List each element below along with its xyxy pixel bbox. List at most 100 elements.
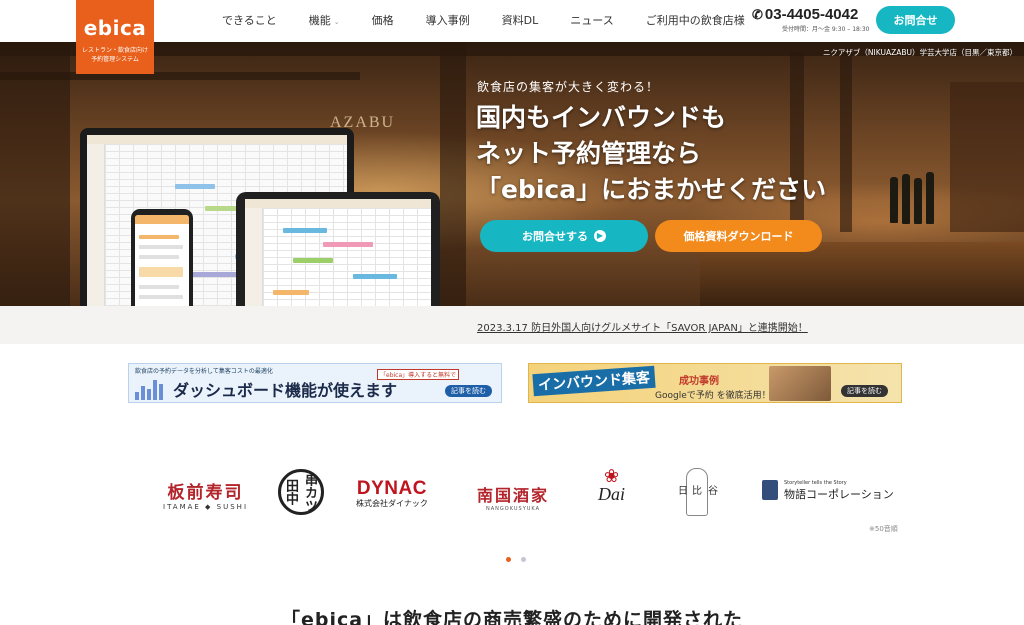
inbound-banner[interactable]: インバウンド集客 成功事例 Googleで予約 を徹底活用！ 記事を読む (528, 363, 902, 403)
bar-chart-icon (135, 376, 165, 400)
app-sidebar (245, 208, 263, 306)
nangoku-logo-sub: NANGOKUSYUKA (486, 506, 541, 512)
inbound-banner-photo (769, 366, 831, 401)
hero-contact-label: お問合せする (522, 230, 588, 243)
kushikatsu-tanaka-logo: 串カツ田中 (278, 469, 324, 515)
wall-pillar (440, 42, 466, 306)
price-download-button[interactable]: 価格資料ダウンロード (655, 220, 822, 252)
duct-pipe (840, 52, 852, 232)
phone-number-row: ✆ 03-4405-4042 (752, 6, 870, 23)
news-strip: 2023.3.17 防日外国人向けグルメサイト「SAVOR JAPAN」と連携開… (0, 306, 1024, 344)
hero-tagline: 飲食店の集客が大きく変わる！ (477, 80, 660, 94)
dashboard-banner[interactable]: 飲食店の予約データを分析して集客コストの最適化 ダッシュボード機能が使えます 「… (128, 363, 502, 403)
clients-order-note: ※50音順 (869, 525, 898, 533)
app-toolbar (135, 215, 189, 224)
nav-features-label: 機能 (308, 14, 331, 27)
hibiya-char-1: 日 (678, 486, 688, 497)
phone-number: 03-4405-4042 (764, 6, 859, 23)
dashboard-read-button: 記事を読む (445, 385, 492, 397)
reservation-block (273, 290, 309, 295)
site-header: ebica レストラン・飲食店向け 予約管理システム できること 機能 ⌄ 価格 … (0, 0, 1024, 74)
hero-contact-button[interactable]: お問合せする ▶ (480, 220, 648, 252)
bottle (902, 174, 910, 224)
reservation-block (139, 235, 179, 239)
reservation-block (293, 258, 333, 263)
inbound-banner-title: インバウンド集客 (532, 365, 656, 397)
dai-logo: ❀ Dai (598, 468, 625, 505)
phone-hours: 受付時間：月〜金 9:30 – 18:30 (782, 26, 870, 33)
reservation-block (353, 274, 397, 279)
ebica-logo[interactable]: ebica レストラン・飲食店向け 予約管理システム (76, 0, 154, 74)
header-contact-button[interactable]: お問合せ (876, 6, 955, 34)
monogatari-logo: Storyteller tells the Story 物語コーポレーション (762, 480, 894, 502)
logo-subtitle: レストラン・飲食店向け 予約管理システム (76, 46, 154, 64)
app-toolbar (87, 135, 347, 144)
inbound-banner-subtitle: 成功事例 (679, 376, 719, 387)
bottle (914, 178, 922, 224)
app-toolbar (245, 199, 431, 208)
logo-mark: ebica (83, 16, 147, 40)
logo-subtitle-line2: 予約管理システム (91, 56, 139, 63)
nav-customers[interactable]: ご利用中の飲食店様 (646, 12, 745, 28)
itamae-logo-text: 板前寿司 (167, 483, 244, 502)
shop-caption: ニクアザブ（NIKUAZABU）学芸大学店（目黒／東京都） (822, 48, 1017, 57)
section-heading: 「ebica」は飲食店の商売繁盛のために開発された (280, 609, 744, 625)
nav-price[interactable]: 価格 (372, 12, 394, 28)
headline-line3: 「ebica」におまかせください (476, 175, 827, 204)
reservation-grid (263, 208, 431, 306)
list-row (139, 285, 179, 289)
hibiya-logo: 日 比 谷 (678, 468, 722, 516)
itamae-logo-sub: ITAMAE ◆ SUSHI (163, 503, 249, 511)
hibiya-char-2: 比 (692, 486, 702, 497)
inbound-banner-google: Googleで予約 を徹底活用！ (655, 391, 771, 401)
reservation-block (283, 228, 327, 233)
nav-news[interactable]: ニュース (570, 12, 613, 28)
chevron-down-icon: ⌄ (333, 18, 340, 26)
dashboard-banner-title: ダッシュボード機能が使えます (173, 381, 398, 400)
hero-headline: 国内もインバウンドも ネット予約管理なら 「ebica」におまかせください (476, 100, 826, 208)
list-row (139, 295, 183, 299)
reservation-block (139, 267, 183, 277)
arrow-right-icon: ▶ (594, 230, 606, 242)
carousel-pagination (506, 557, 536, 562)
phone-icon: ✆ (752, 7, 763, 22)
phone-mockup (131, 209, 193, 306)
nav-cases[interactable]: 導入事例 (426, 12, 470, 28)
list-row (139, 245, 183, 249)
nangoku-shuka-logo: 南国酒家 NANGOKUSYUKA (477, 482, 549, 512)
bottle (926, 172, 934, 224)
reservation-block (175, 184, 215, 189)
itamae-sushi-logo: 板前寿司 ITAMAE ◆ SUSHI (163, 478, 248, 511)
client-logos: 板前寿司 ITAMAE ◆ SUSHI 串カツ田中 DYNAC 株式会社ダイナッ… (0, 468, 1024, 518)
carousel-dot-active[interactable] (506, 557, 511, 562)
shelf (950, 82, 1024, 232)
news-link[interactable]: 2023.3.17 防日外国人向けグルメサイト「SAVOR JAPAN」と連携開… (477, 319, 808, 334)
app-sidebar (87, 144, 105, 306)
dynac-logo-text: DYNAC (356, 478, 427, 499)
nangoku-logo-text: 南国酒家 (477, 488, 550, 505)
monogatari-logo-text: 物語コーポレーション (784, 488, 894, 501)
tablet-mockup (236, 192, 440, 306)
dashboard-banner-badge: 「ebica」導入すると無料で (377, 369, 460, 380)
dynac-logo-sub: 株式会社ダイナック (356, 499, 428, 508)
list-row (139, 255, 179, 259)
dai-logo-text: Dai (598, 484, 625, 504)
inbound-read-button: 記事を読む (841, 385, 888, 397)
hero-section: AZABU ニクアザブ（NIKUAZABU）学芸大学店（目黒／東京都） 飲食店の… (0, 42, 1024, 306)
headline-line2: ネット予約管理なら (476, 139, 702, 168)
logo-subtitle-line1: レストラン・飲食店向け (81, 47, 148, 54)
nav-download[interactable]: 資料DL (502, 12, 539, 28)
book-icon (762, 480, 778, 500)
reservation-block (323, 242, 373, 247)
tablet-screen (245, 199, 431, 306)
phone-contact[interactable]: ✆ 03-4405-4042 受付時間：月〜金 9:30 – 18:30 (752, 6, 870, 33)
hibiya-char-3: 谷 (708, 486, 718, 497)
headline-line1: 国内もインバウンドも (476, 103, 727, 132)
wall-panel (0, 42, 70, 306)
nav-dekirukoto[interactable]: できること (222, 12, 277, 28)
carousel-dot[interactable] (521, 557, 526, 562)
dashboard-banner-top: 飲食店の予約データを分析して集客コストの最適化 (135, 368, 273, 375)
dynac-logo: DYNAC 株式会社ダイナック (356, 478, 428, 509)
phone-screen (135, 215, 189, 306)
nav-features[interactable]: 機能 ⌄ (309, 12, 340, 28)
